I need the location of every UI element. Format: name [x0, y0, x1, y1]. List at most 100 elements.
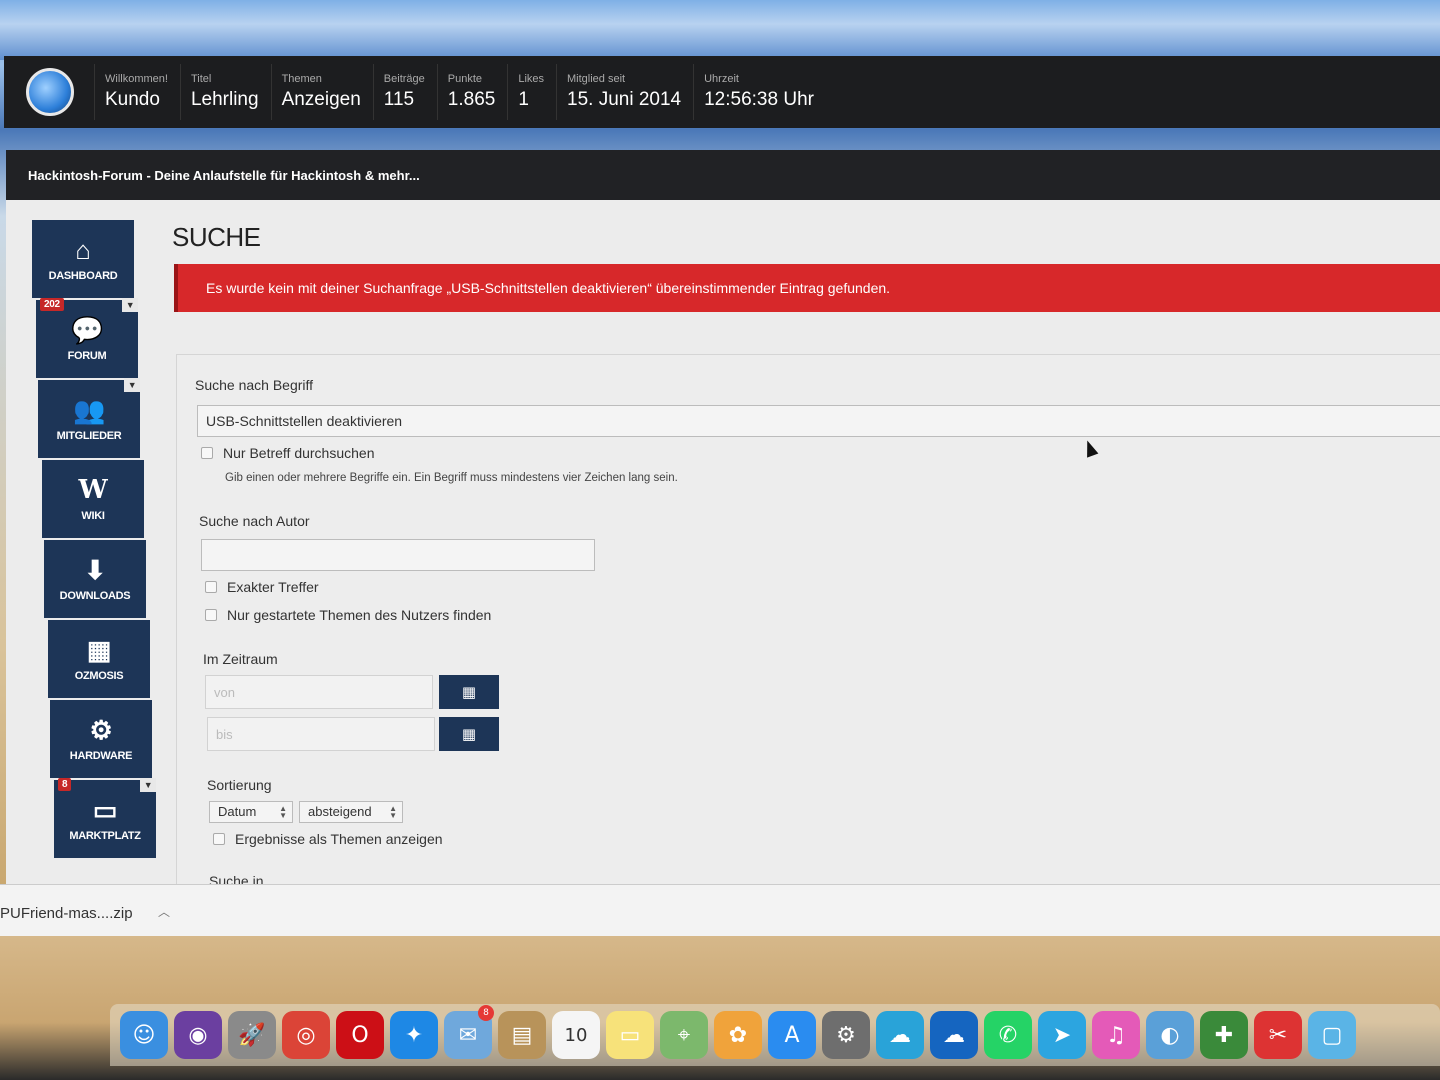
chevron-down-icon[interactable]: ▼	[140, 778, 156, 792]
sidebar-item-label: OZMOSIS	[74, 670, 124, 682]
stat-posts: Beiträge 115	[372, 64, 437, 120]
search-form: Suche nach Begriff USB-Schnittstellen de…	[176, 354, 1440, 884]
sidebar-item-marketplace[interactable]: 8 ▼ ▭ MARKTPLATZ	[54, 778, 156, 858]
chevron-down-icon[interactable]: ▼	[124, 378, 140, 392]
started-threads-checkbox[interactable]	[205, 609, 217, 621]
dock-icon-glyph: O	[351, 1022, 369, 1048]
calendar-icon[interactable]: 10	[552, 1011, 600, 1059]
vpn-cloud-icon[interactable]: ☁	[876, 1011, 924, 1059]
sidebar-item-label: MARKTPLATZ	[69, 830, 141, 842]
sidebar-item-forum[interactable]: 202 ▼ 💬 FORUM	[36, 298, 138, 378]
dock-icon-glyph: ✉	[458, 1022, 478, 1048]
calendar-icon: ▦	[461, 683, 477, 701]
stat-value[interactable]: Anzeigen	[282, 89, 361, 111]
stat-label: Uhrzeit	[704, 73, 739, 85]
appstore-icon[interactable]: A	[768, 1011, 816, 1059]
stat-value: 1	[518, 89, 529, 110]
launchpad-icon[interactable]: 🚀	[228, 1011, 276, 1059]
downloads-folder-icon[interactable]: ▢	[1308, 1011, 1356, 1059]
forum-logo-icon[interactable]	[26, 68, 74, 116]
mail-icon[interactable]: ✉ 8	[444, 1005, 494, 1059]
notes-icon[interactable]: ▭	[606, 1011, 654, 1059]
utility-icon[interactable]: ✚	[1200, 1011, 1248, 1059]
sort-order-select[interactable]: absteigend ▲ ▼	[299, 801, 403, 823]
finder-icon[interactable]: ☺	[120, 1011, 168, 1059]
select-value: Datum	[218, 804, 257, 819]
sidebar-item-ozmosis[interactable]: ▦ OZMOSIS	[48, 620, 150, 698]
author-input[interactable]	[201, 539, 595, 571]
username[interactable]: Kundo	[105, 89, 168, 111]
chrome-icon[interactable]: ◎	[282, 1011, 330, 1059]
stat-member-since: Mitglied seit 15. Juni 2014	[556, 64, 693, 120]
stat-value: 15. Juni 2014	[567, 89, 682, 110]
exact-match-option[interactable]: Exakter Treffer	[205, 579, 319, 595]
stat-welcome[interactable]: Willkommen! Kundo	[94, 64, 180, 120]
safari-icon[interactable]: ✦	[390, 1011, 438, 1059]
preview-icon[interactable]: ◐	[1146, 1011, 1194, 1059]
users-icon: 👥	[72, 395, 106, 425]
calendar-icon: ▦	[461, 725, 477, 743]
macos-dock: ☺ ◉ 🚀 ◎ O ✦ ✉ 8 ▤ 10 ▭ ⌖ ✿ A ⚙ ☁ ☁ ✆ ➤ ♫ ◐ ✚ ✂ ▢	[110, 1004, 1440, 1066]
sort-field-select[interactable]: Datum ▲ ▼	[209, 801, 293, 823]
checkbox-label: Nur Betreff durchsuchen	[223, 445, 375, 461]
period-label: Im Zeitraum	[203, 651, 278, 667]
subject-only-checkbox[interactable]	[201, 447, 213, 459]
stat-value: Lehrling	[190, 89, 259, 110]
dock-icon-glyph: ☁	[943, 1022, 965, 1048]
search-term-input[interactable]: USB-Schnittstellen deaktivieren	[197, 405, 1440, 437]
site-title[interactable]: Hackintosh-Forum - Deine Anlaufstelle fü…	[6, 150, 1440, 206]
dock-icon-glyph: ✆	[998, 1022, 1018, 1048]
dock-icon-glyph: ◎	[296, 1022, 316, 1048]
stat-label: Titel	[190, 73, 212, 85]
sidebar-item-downloads[interactable]: ⬇ DOWNLOADS	[44, 540, 146, 618]
sidebar-item-hardware[interactable]: ⚙ HARDWARE	[50, 700, 152, 778]
sidebar-nav: ⌂ DASHBOARD 202 ▼ 💬 FORUM ▼ 👥 MITGLIEDER…	[32, 220, 156, 860]
subject-only-option[interactable]: Nur Betreff durchsuchen	[201, 445, 375, 461]
error-alert: Es wurde kein mit deiner Suchanfrage „US…	[174, 264, 1440, 312]
show-as-threads-option[interactable]: Ergebnisse als Themen anzeigen	[213, 831, 443, 847]
stat-value: 12:56:38 Uhr	[704, 89, 814, 110]
sidebar-item-wiki[interactable]: W WIKI	[42, 460, 144, 538]
dock-icon-glyph: ☺	[132, 1022, 156, 1048]
sidebar-item-dashboard[interactable]: ⌂ DASHBOARD	[32, 220, 134, 298]
whatsapp-icon[interactable]: ✆	[984, 1011, 1032, 1059]
stat-label: Beiträge	[383, 73, 425, 85]
telegram-icon[interactable]: ➤	[1038, 1011, 1086, 1059]
checkbox-label: Nur gestartete Themen des Nutzers finden	[227, 607, 492, 623]
chat-icon: 💬	[70, 315, 104, 345]
tool-icon[interactable]: ✂	[1254, 1011, 1302, 1059]
contacts-icon[interactable]: ▤	[498, 1011, 546, 1059]
chevron-up-icon[interactable]: ︿	[158, 903, 170, 920]
download-file-name[interactable]: PUFriend-mas....zip	[0, 905, 133, 922]
calendar-to-button[interactable]: ▦	[439, 717, 499, 751]
maps-icon[interactable]: ⌖	[660, 1011, 708, 1059]
photos-icon[interactable]: ✿	[714, 1011, 762, 1059]
date-to-input[interactable]: bis	[207, 717, 435, 751]
dock-icon-glyph: ✚	[1214, 1022, 1234, 1048]
date-from-input[interactable]: von	[205, 675, 433, 709]
system-preferences-icon[interactable]: ⚙	[822, 1011, 870, 1059]
dock-icon-glyph: ➤	[1052, 1022, 1072, 1048]
onedrive-icon[interactable]: ☁	[930, 1011, 978, 1059]
dock-icon-glyph: A	[784, 1022, 800, 1048]
checkbox-label: Exakter Treffer	[227, 579, 319, 595]
opera-icon[interactable]: O	[336, 1011, 384, 1059]
calendar-from-button[interactable]: ▦	[439, 675, 499, 709]
download-icon: ⬇	[84, 555, 106, 585]
siri-icon[interactable]: ◉	[174, 1011, 222, 1059]
itunes-icon[interactable]: ♫	[1092, 1011, 1140, 1059]
user-stats-bar: Willkommen! Kundo Titel Lehrling Themen …	[4, 56, 1440, 128]
main-content: ⌂ DASHBOARD 202 ▼ 💬 FORUM ▼ 👥 MITGLIEDER…	[6, 200, 1440, 884]
sidebar-item-members[interactable]: ▼ 👥 MITGLIEDER	[38, 378, 140, 458]
chevron-down-icon[interactable]: ▼	[122, 298, 138, 312]
dock-icon-glyph: 🚀	[238, 1022, 266, 1048]
dock-icon-glyph: ✿	[728, 1022, 748, 1048]
exact-match-checkbox[interactable]	[205, 581, 217, 593]
stat-title: Titel Lehrling	[179, 64, 271, 120]
started-threads-option[interactable]: Nur gestartete Themen des Nutzers finden	[205, 607, 491, 623]
stat-threads[interactable]: Themen Anzeigen	[270, 64, 373, 120]
stat-label: Mitglied seit	[567, 73, 626, 85]
show-as-threads-checkbox[interactable]	[213, 833, 225, 845]
home-icon: ⌂	[75, 235, 91, 265]
dock-icon-glyph: ✦	[404, 1022, 424, 1048]
